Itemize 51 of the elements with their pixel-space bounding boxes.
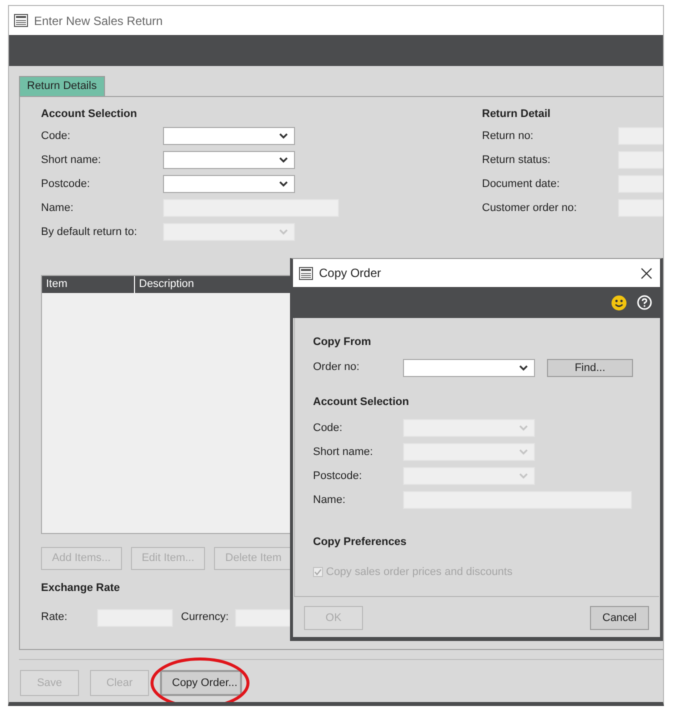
text-field[interactable] bbox=[618, 127, 663, 145]
field-label: Name: bbox=[313, 492, 346, 508]
section-heading: Copy From bbox=[313, 335, 372, 350]
button[interactable]: Cancel bbox=[590, 606, 649, 630]
field-label: Return no: bbox=[482, 128, 534, 144]
dropdown-field[interactable] bbox=[163, 127, 295, 145]
field-label: Currency: bbox=[181, 610, 230, 626]
chevron-down-icon bbox=[519, 449, 528, 455]
window-icon bbox=[14, 14, 28, 27]
field-label: By default return to: bbox=[41, 224, 138, 240]
text-field[interactable] bbox=[618, 175, 663, 193]
tab[interactable]: Return Details bbox=[19, 76, 105, 96]
smiley-icon[interactable] bbox=[611, 294, 627, 310]
field-label: Name: bbox=[41, 200, 74, 216]
close-icon[interactable] bbox=[641, 268, 652, 278]
field-label: Postcode: bbox=[41, 176, 91, 192]
field-label: Order no: bbox=[313, 360, 360, 376]
dropdown-field[interactable] bbox=[163, 175, 295, 193]
section-heading: Account Selection bbox=[41, 107, 138, 122]
chevron-down-icon bbox=[279, 181, 288, 187]
text-field[interactable] bbox=[618, 199, 663, 217]
field-label: Customer order no: bbox=[482, 200, 578, 216]
dropdown-field[interactable] bbox=[163, 151, 295, 169]
window-icon bbox=[299, 266, 313, 280]
section-heading: Copy Preferences bbox=[313, 535, 408, 550]
column-header[interactable]: Item bbox=[42, 276, 134, 293]
chevron-down-icon bbox=[279, 229, 288, 235]
section-heading: Exchange Rate bbox=[41, 581, 121, 596]
field-label: Postcode: bbox=[313, 468, 363, 484]
chevron-down-icon bbox=[279, 133, 288, 139]
field-label: Code: bbox=[313, 420, 344, 436]
window-title: Enter New Sales Return bbox=[34, 12, 163, 30]
dialog-title: Copy Order bbox=[319, 265, 382, 282]
field-label: Return status: bbox=[482, 152, 552, 168]
chevron-down-icon bbox=[279, 157, 288, 163]
field-label: Short name: bbox=[41, 152, 102, 168]
chevron-down-icon bbox=[519, 473, 528, 479]
button[interactable]: Copy Order... bbox=[160, 670, 242, 696]
find-button[interactable]: Find... bbox=[547, 358, 633, 376]
chevron-down-icon bbox=[519, 425, 528, 431]
field-label: Code: bbox=[41, 128, 72, 144]
field-label: Short name: bbox=[313, 444, 374, 460]
help-icon[interactable] bbox=[637, 295, 652, 310]
dropdown-field[interactable] bbox=[403, 358, 535, 376]
section-heading: Return Detail bbox=[482, 107, 552, 122]
section-heading: Account Selection bbox=[313, 394, 410, 410]
text-field[interactable] bbox=[618, 151, 663, 169]
column-header[interactable]: Description bbox=[134, 276, 194, 293]
chevron-down-icon bbox=[519, 364, 528, 370]
field-label: Rate: bbox=[41, 610, 68, 626]
field-label: Document date: bbox=[482, 176, 561, 192]
